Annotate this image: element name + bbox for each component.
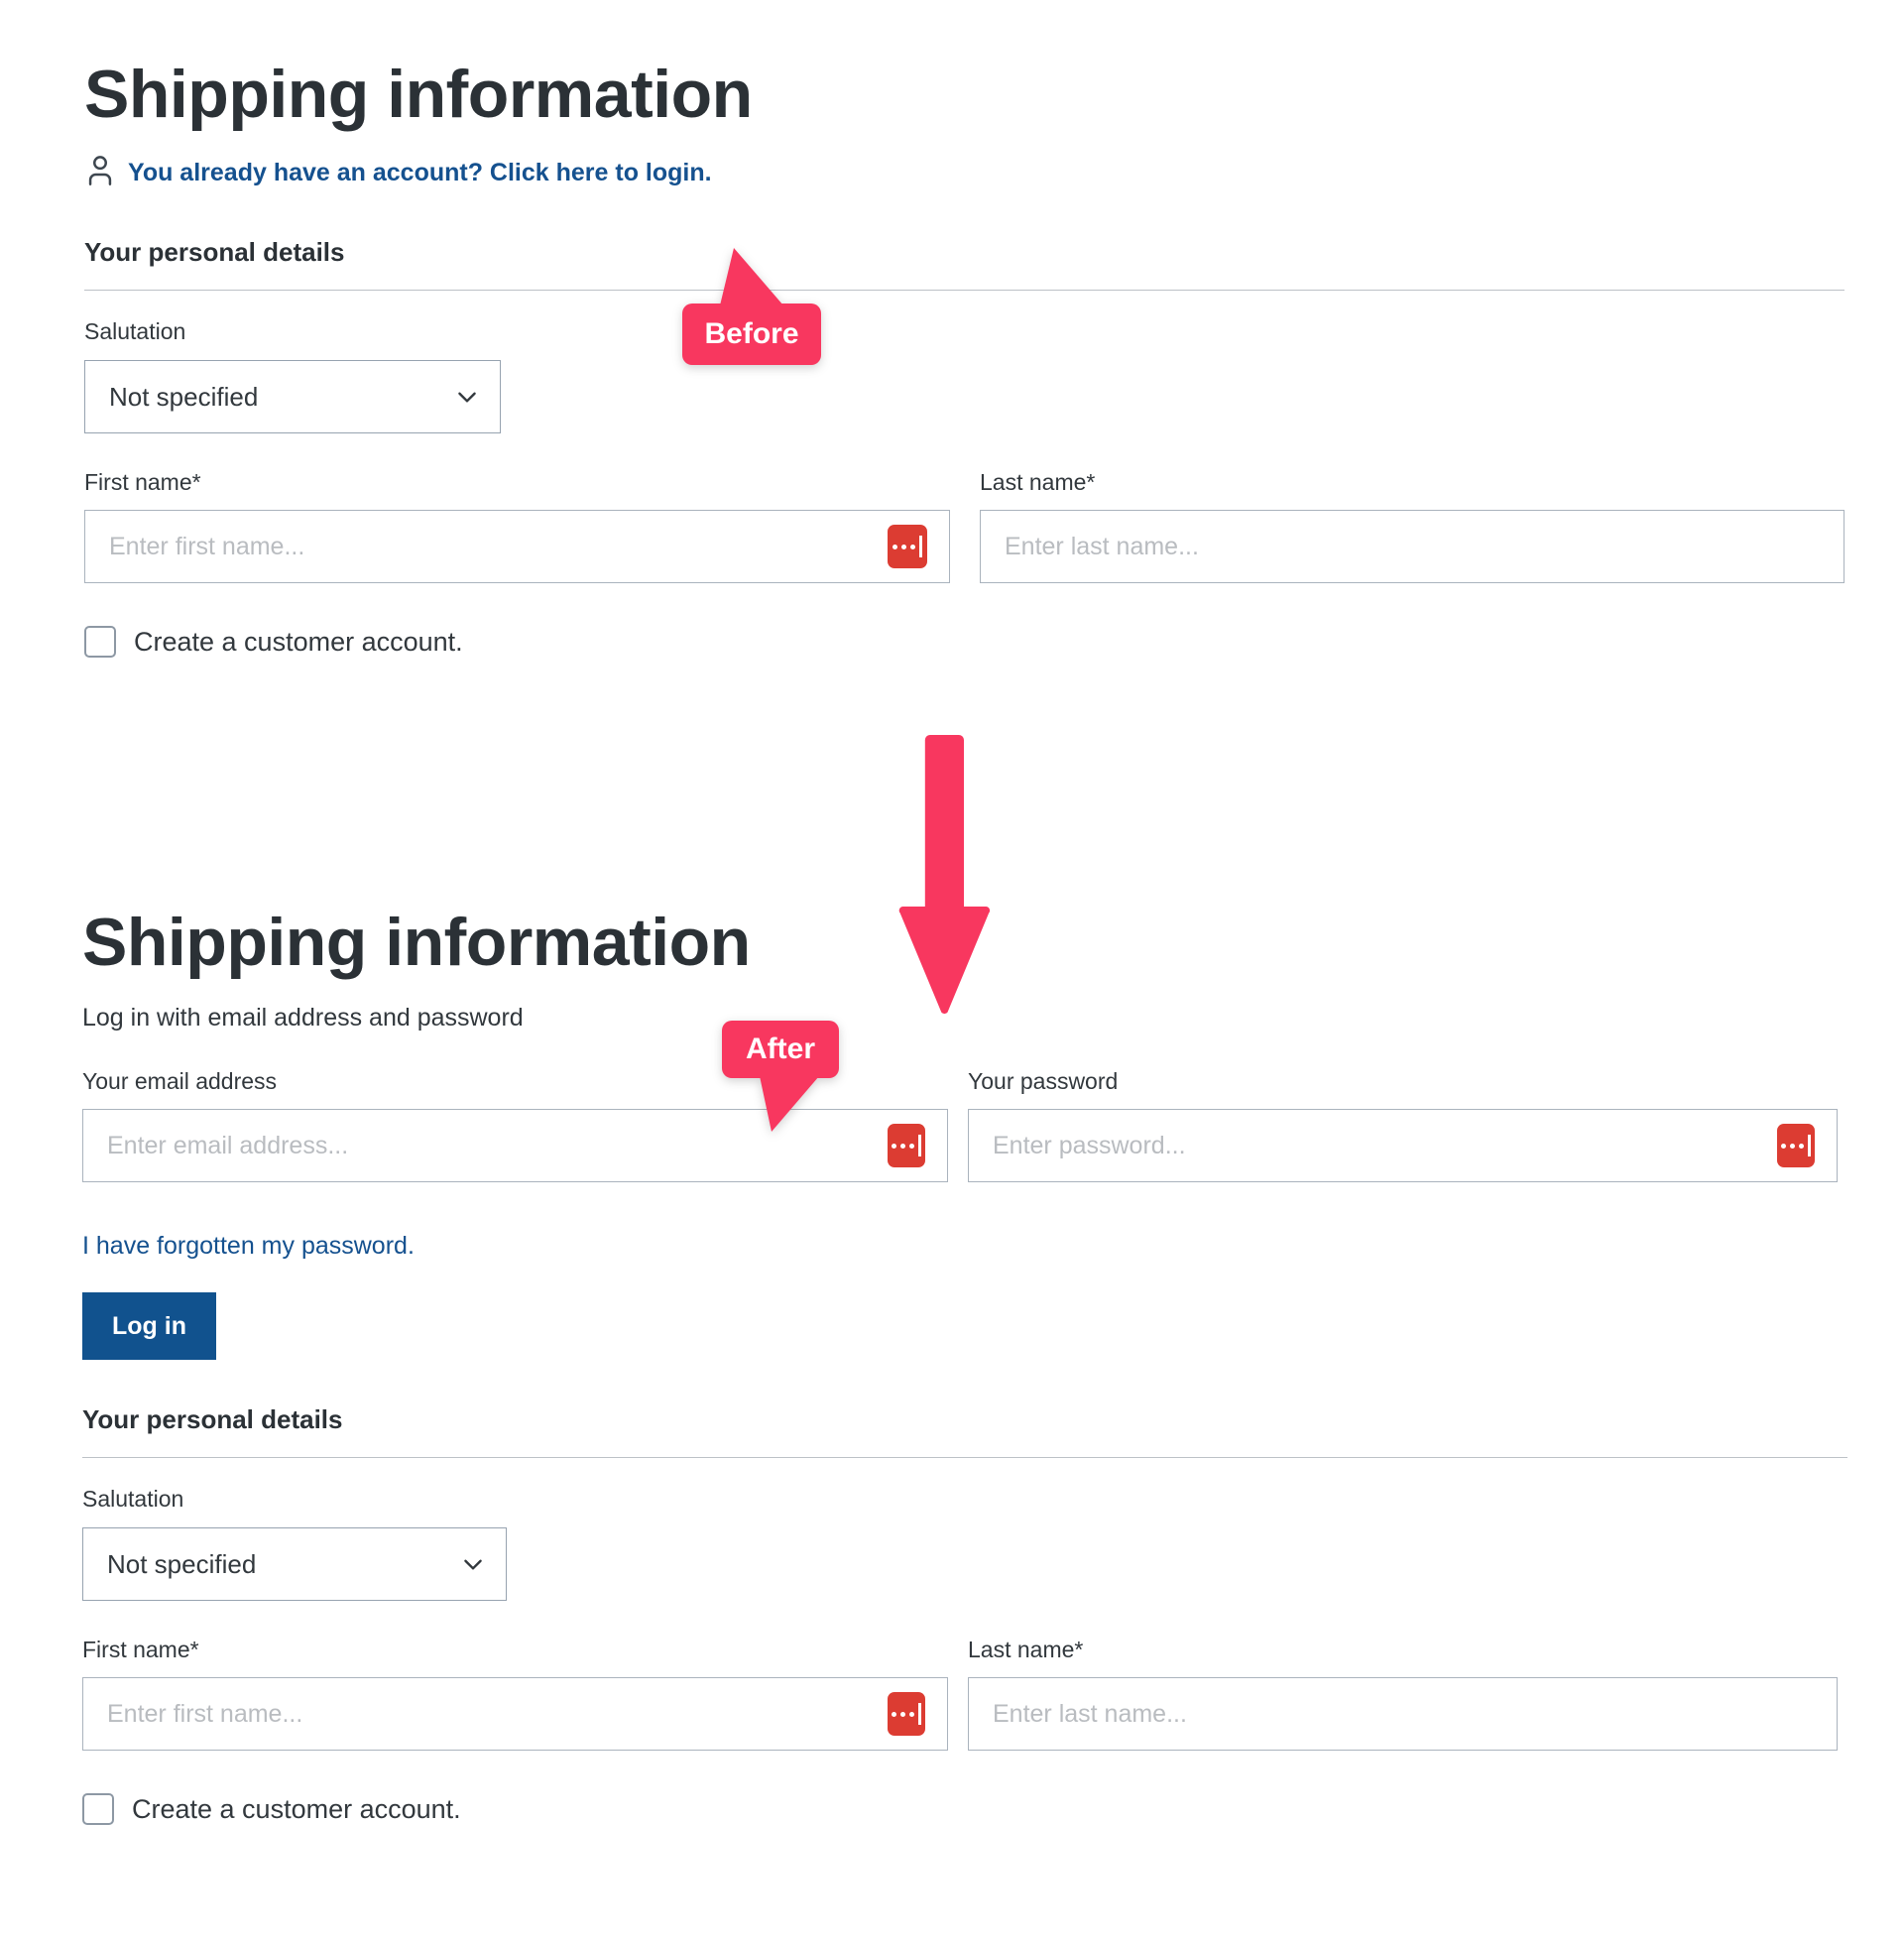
forgot-password-link[interactable]: I have forgotten my password. [82, 1232, 415, 1261]
login-prompt-row[interactable]: You already have an account? Click here … [84, 154, 1844, 192]
divider-after [82, 1457, 1847, 1459]
credentials-row: Your email address Enter email address..… [82, 1068, 1847, 1183]
first-name-input-before[interactable]: Enter first name... [84, 510, 950, 584]
salutation-select-after[interactable]: Not specified [82, 1527, 507, 1602]
last-name-input-after[interactable]: Enter last name... [968, 1677, 1838, 1752]
password-manager-icon[interactable] [888, 1124, 925, 1168]
salutation-label-before: Salutation [84, 318, 186, 345]
name-row-after: First name* Enter first name... Last nam… [82, 1637, 1847, 1752]
name-row-before: First name* Enter first name... Last nam… [84, 469, 1844, 584]
password-manager-icon[interactable] [888, 525, 927, 569]
password-manager-icon[interactable] [1777, 1124, 1815, 1168]
password-input[interactable]: Enter password... [968, 1109, 1838, 1183]
password-label: Your password [968, 1068, 1119, 1095]
first-name-field-after: First name* Enter first name... [82, 1637, 948, 1752]
create-account-checkbox-after[interactable] [82, 1793, 114, 1826]
password-field: Your password Enter password... [968, 1068, 1838, 1183]
first-name-field-before: First name* Enter first name... [84, 469, 950, 584]
after-badge-tail [760, 1076, 819, 1132]
login-button[interactable]: Log in [82, 1292, 216, 1361]
create-account-checkbox-before[interactable] [84, 626, 116, 659]
chevron-down-icon [460, 1551, 486, 1577]
after-badge-label: After [745, 1033, 815, 1065]
first-name-label-after: First name* [82, 1637, 199, 1663]
email-placeholder: Enter email address... [107, 1131, 349, 1159]
salutation-label-after: Salutation [82, 1486, 184, 1513]
last-name-placeholder-after: Enter last name... [993, 1699, 1187, 1728]
before-badge-tail [720, 248, 783, 305]
first-name-label-before: First name* [84, 469, 201, 496]
salutation-field-before: Salutation Not specified [84, 318, 1844, 434]
create-account-label-after: Create a customer account. [132, 1793, 461, 1824]
password-placeholder: Enter password... [993, 1131, 1186, 1159]
last-name-field-after: Last name* Enter last name... [968, 1637, 1838, 1752]
page-title-before: Shipping information [84, 57, 753, 132]
last-name-input-before[interactable]: Enter last name... [980, 510, 1844, 584]
salutation-value-before: Not specified [109, 381, 259, 412]
user-icon [84, 154, 116, 192]
first-name-input-after[interactable]: Enter first name... [82, 1677, 948, 1752]
create-account-row-after[interactable]: Create a customer account. [82, 1793, 1847, 1826]
password-manager-icon[interactable] [888, 1692, 925, 1737]
after-annotation-badge: After [722, 1021, 839, 1132]
create-account-row-before[interactable]: Create a customer account. [84, 626, 1844, 659]
before-section: Shipping information You already have an… [84, 57, 1844, 659]
last-name-label-before: Last name* [980, 469, 1096, 496]
salutation-field-after: Salutation Not specified [82, 1486, 1847, 1602]
create-account-label-before: Create a customer account. [134, 626, 463, 657]
salutation-value-after: Not specified [107, 1548, 257, 1579]
after-section: Shipping information Log in with email a… [82, 905, 1847, 1826]
login-link[interactable]: You already have an account? Click here … [128, 159, 712, 187]
personal-details-heading-after: Your personal details [82, 1404, 343, 1435]
screenshot-root: Shipping information You already have an… [0, 0, 1904, 1944]
last-name-field-before: Last name* Enter last name... [980, 469, 1844, 584]
page-title-after: Shipping information [82, 905, 751, 980]
last-name-label-after: Last name* [968, 1637, 1084, 1663]
login-button-wrap: Log in [82, 1292, 1847, 1361]
first-name-placeholder-after: Enter first name... [107, 1699, 303, 1728]
before-annotation-badge: Before [682, 248, 821, 365]
login-subtitle-after: Log in with email address and password [82, 1004, 524, 1033]
divider-before [84, 290, 1844, 292]
first-name-placeholder-before: Enter first name... [109, 532, 305, 560]
chevron-down-icon [454, 384, 480, 410]
before-badge-label: Before [704, 317, 799, 350]
last-name-placeholder-before: Enter last name... [1005, 532, 1199, 560]
salutation-select-before[interactable]: Not specified [84, 360, 501, 434]
personal-details-heading-before: Your personal details [84, 237, 345, 268]
